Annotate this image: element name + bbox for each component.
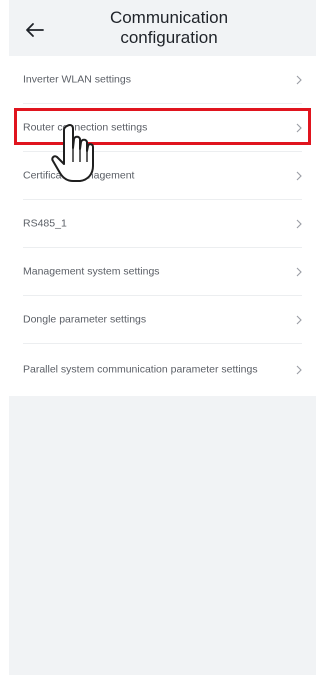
page-title: Communication configuration [109,8,229,47]
back-button[interactable] [23,18,47,42]
list-item-management-system[interactable]: Management system settings [9,248,316,296]
chevron-right-icon [296,75,302,85]
settings-list: Inverter WLAN settings Router connection… [9,56,316,396]
list-item-label: RS485_1 [23,217,67,230]
list-item-router-connection[interactable]: Router connection settings [9,104,316,152]
list-item-rs485-1[interactable]: RS485_1 [9,200,316,248]
list-item-label: Parallel system communication parameter … [23,363,258,376]
list-item-label: Router connection settings [23,121,148,134]
list-item-certificate-management[interactable]: Certificate management [9,152,316,200]
chevron-right-icon [296,171,302,181]
list-item-label: Management system settings [23,265,160,278]
chevron-right-icon [296,365,302,375]
chevron-right-icon [296,315,302,325]
phone-screen: Communication configuration Inverter WLA… [9,0,316,675]
app-header: Communication configuration [9,0,316,56]
chevron-right-icon [296,219,302,229]
arrow-left-icon [26,23,44,37]
chevron-right-icon [296,267,302,277]
list-item-label: Inverter WLAN settings [23,73,131,86]
chevron-right-icon [296,123,302,133]
list-item-inverter-wlan[interactable]: Inverter WLAN settings [9,56,316,104]
list-item-dongle-parameter[interactable]: Dongle parameter settings [9,296,316,344]
list-item-label: Certificate management [23,169,135,182]
list-item-parallel-system[interactable]: Parallel system communication parameter … [9,344,316,396]
list-item-label: Dongle parameter settings [23,313,147,326]
